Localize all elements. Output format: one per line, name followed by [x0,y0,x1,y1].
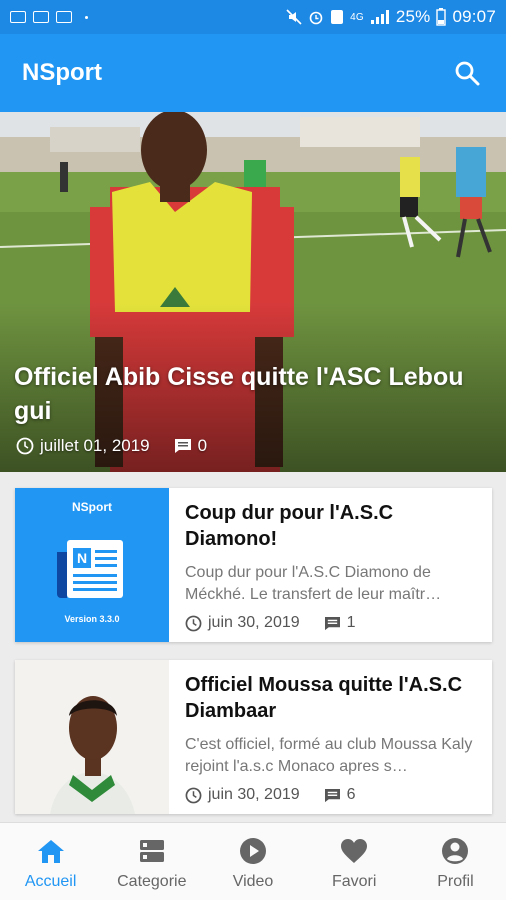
article-date: juin 30, 2019 [208,786,300,803]
comment-icon [324,788,340,802]
calendar-icon [56,11,72,23]
featured-meta: juillet 01, 2019 0 [16,436,207,456]
article-title[interactable]: Officiel Moussa quitte l'A.S.C Diambaar [185,672,478,724]
article-thumbnail [15,660,169,814]
article-thumbnail: NSport N Version 3.3.0 [15,488,169,642]
home-icon [37,840,64,863]
category-icon [139,840,164,862]
signal-icon [370,10,389,24]
search-icon [455,61,480,86]
bottom-navigation: Accueil Categorie Video Favori Profil [0,822,506,900]
featured-title[interactable]: Officiel Abib Cisse quitte l'ASC Lebou g… [14,360,500,428]
thumbnail-version: Version 3.3.0 [64,614,120,624]
play-icon [240,838,266,864]
article-comment-count: 6 [346,786,356,803]
article-comment-count: 1 [346,614,356,631]
article-meta: juin 30, 2019 1 [185,614,356,632]
notification-icon [10,11,26,23]
status-bar: 4G 25% 09:07 [0,0,506,34]
nav-label: Accueil [24,873,77,890]
article-excerpt: C'est officiel, formé au club Moussa Kal… [185,736,473,775]
comment-icon [324,616,340,630]
clock-icon [185,615,202,631]
featured-date: juillet 01, 2019 [40,436,150,455]
clock-icon [185,787,202,803]
nav-label: Profil [437,873,474,890]
article-date: juin 30, 2019 [208,614,300,631]
network-type: 4G [350,11,364,23]
mute-icon [286,9,302,25]
heart-icon [341,839,368,863]
mail-icon [33,11,49,23]
nav-item-video[interactable]: Video [202,823,303,900]
nav-item-profil[interactable]: Profil [405,823,506,900]
nav-item-categorie[interactable]: Categorie [101,823,202,900]
app-title: NSport [22,59,102,86]
battery-icon [436,8,447,26]
battery-percent: 25% [395,7,431,26]
nav-item-accueil[interactable]: Accueil [0,823,101,900]
featured-article[interactable]: Officiel Abib Cisse quitte l'ASC Lebou g… [0,112,506,472]
clock-icon [16,437,34,455]
nav-item-favori[interactable]: Favori [304,823,405,900]
article-card[interactable]: Officiel Moussa quitte l'A.S.C Diambaar … [15,660,492,814]
nfc-icon [331,10,344,24]
article-card[interactable]: NSport N Version 3.3.0 Coup dur pour l'A… [15,488,492,642]
profile-icon [442,838,469,864]
nav-label: Favori [331,873,377,890]
article-title[interactable]: Coup dur pour l'A.S.C Diamono! [185,500,478,552]
app-bar: NSport [0,34,506,112]
featured-comment-count: 0 [197,436,208,455]
comment-icon [174,439,191,453]
clock: 09:07 [452,7,496,26]
nav-label: Video [232,873,274,890]
article-excerpt: Coup dur pour l'A.S.C Diamono de Méckhé.… [185,564,442,603]
article-meta: juin 30, 2019 6 [185,786,356,804]
svg-text:N: N [77,550,87,566]
more-notifications-icon [85,15,88,19]
nav-label: Categorie [117,873,187,890]
alarm-icon [309,11,323,25]
search-button[interactable] [450,56,484,90]
player-photo [15,660,169,814]
